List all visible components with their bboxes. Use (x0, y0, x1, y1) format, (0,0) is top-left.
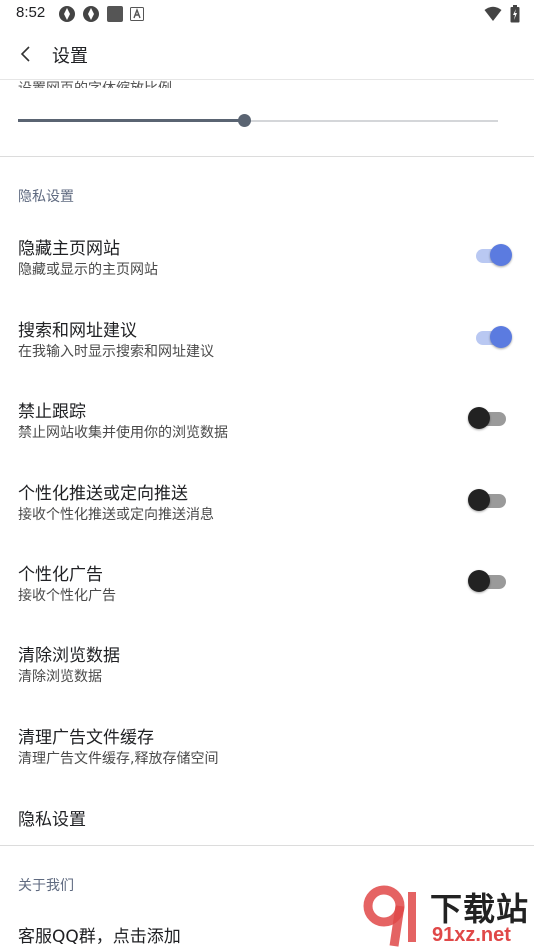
font-scale-slider[interactable] (18, 114, 498, 128)
android-system-icon (59, 6, 75, 22)
status-bar: 8:52 (0, 0, 534, 28)
wifi-icon (484, 6, 502, 21)
status-notification-icons (58, 5, 144, 23)
page-title: 设置 (52, 46, 88, 67)
slider-thumb[interactable] (238, 114, 251, 127)
setting-privacy-settings[interactable]: 隐私设置 (0, 805, 534, 839)
chevron-left-icon (20, 46, 30, 62)
slider-track-fill (18, 119, 244, 122)
app-square-icon (107, 6, 123, 22)
setting-clear-browsing-data[interactable]: 清除浏览数据 清除浏览数据 (0, 641, 534, 701)
setting-title: 清理广告文件缓存 (18, 728, 154, 748)
setting-personalized-ads[interactable]: 个性化广告 接收个性化广告 (0, 560, 534, 620)
toggle-switch[interactable] (468, 489, 514, 513)
setting-hide-homepage-sites[interactable]: 隐藏主页网站 隐藏或显示的主页网站 (0, 234, 534, 294)
watermark-logo-icon (363, 885, 416, 947)
setting-clear-ad-cache[interactable]: 清理广告文件缓存 清理广告文件缓存,释放存储空间 (0, 723, 534, 783)
toggle-thumb (490, 244, 512, 266)
setting-title: 客服QQ群，点击添加 (18, 927, 181, 947)
setting-title: 清除浏览数据 (18, 646, 120, 666)
toggle-switch[interactable] (470, 326, 514, 350)
site-watermark: 下载站 91xz.net (360, 880, 530, 950)
section-header-about: 关于我们 (18, 878, 74, 894)
setting-title: 个性化推送或定向推送 (18, 484, 188, 504)
toggle-thumb (468, 570, 490, 592)
setting-title: 隐藏主页网站 (18, 239, 120, 259)
toggle-switch[interactable] (468, 570, 514, 594)
setting-personalized-push[interactable]: 个性化推送或定向推送 接收个性化推送或定向推送消息 (0, 479, 534, 539)
status-system-icons (484, 5, 520, 23)
setting-subtitle: 禁止网站收集并使用你的浏览数据 (18, 425, 228, 441)
divider (0, 156, 534, 157)
toggle-thumb (490, 326, 512, 348)
setting-subtitle: 在我输入时显示搜索和网址建议 (18, 344, 214, 360)
font-a-icon (130, 7, 144, 21)
font-scale-label: 设置网页的字体缩放比例 (18, 70, 218, 88)
setting-subtitle: 清理广告文件缓存,释放存储空间 (18, 751, 219, 767)
watermark-url-text: 91xz.net (432, 924, 511, 946)
battery-charging-icon (510, 5, 520, 23)
toggle-switch[interactable] (470, 244, 514, 268)
divider (0, 845, 534, 846)
setting-subtitle: 接收个性化推送或定向推送消息 (18, 507, 214, 523)
toggle-thumb (468, 407, 490, 429)
toggle-thumb (468, 489, 490, 511)
setting-do-not-track[interactable]: 禁止跟踪 禁止网站收集并使用你的浏览数据 (0, 397, 534, 457)
setting-title: 隐私设置 (18, 810, 86, 830)
setting-subtitle: 接收个性化广告 (18, 588, 116, 604)
back-button[interactable] (12, 40, 40, 68)
setting-search-url-suggestions[interactable]: 搜索和网址建议 在我输入时显示搜索和网址建议 (0, 316, 534, 376)
android-system-icon (83, 6, 99, 22)
section-header-privacy: 隐私设置 (18, 189, 74, 205)
setting-title: 个性化广告 (18, 565, 103, 585)
setting-title: 搜索和网址建议 (18, 321, 137, 341)
status-time: 8:52 (16, 4, 46, 21)
setting-subtitle: 隐藏或显示的主页网站 (18, 262, 158, 278)
toggle-switch[interactable] (468, 407, 514, 431)
setting-title: 禁止跟踪 (18, 402, 86, 422)
setting-subtitle: 清除浏览数据 (18, 669, 102, 685)
font-scale-label-text: 设置网页的字体缩放比例 (18, 78, 218, 88)
